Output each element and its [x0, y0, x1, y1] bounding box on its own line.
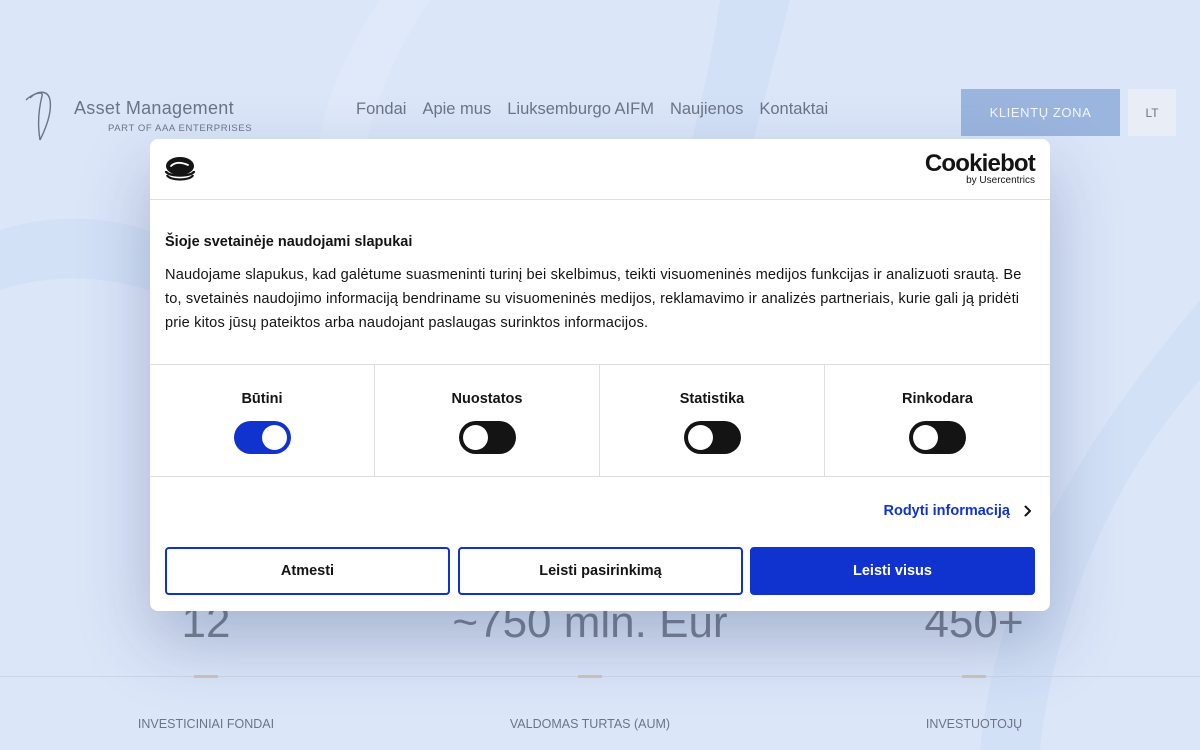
toggle-label-marketing: Rinkodara [902, 391, 973, 407]
necessary-toggle-switch[interactable] [234, 421, 291, 454]
consent-category-necessary: Būtini [150, 365, 375, 476]
allow-all-button[interactable]: Leisti visus [750, 547, 1035, 595]
preferences-toggle-switch[interactable] [459, 421, 516, 454]
allow-selection-button[interactable]: Leisti pasirinkimą [458, 547, 743, 595]
toggle-label-necessary: Būtini [241, 391, 283, 407]
show-details-label: Rodyti informaciją [883, 503, 1011, 519]
cookie-consent-dialog: Cookiebot by Usercentrics Šioje svetainė… [150, 139, 1050, 611]
dialog-header: Cookiebot by Usercentrics [150, 139, 1050, 200]
dialog-title: Šioje svetainėje naudojami slapukai [165, 234, 413, 250]
show-details-link[interactable]: Rodyti informaciją [884, 503, 1033, 519]
site-brand-icon [164, 157, 196, 181]
toggle-knob [262, 425, 287, 450]
marketing-toggle-switch[interactable] [909, 421, 966, 454]
chevron-right-icon [1024, 505, 1031, 517]
cookiebot-brand-name: Cookiebot [924, 150, 1036, 177]
toggle-label-preferences: Nuostatos [451, 391, 523, 407]
consent-category-statistics: Statistika [600, 365, 825, 476]
toggle-knob [913, 425, 938, 450]
toggle-label-statistics: Statistika [679, 391, 745, 407]
toggle-knob [463, 425, 488, 450]
cookiebot-logo: Cookiebot by Usercentrics [924, 150, 1036, 187]
toggle-knob [688, 425, 713, 450]
consent-category-marketing: Rinkodara [825, 365, 1050, 476]
dialog-body-text: Naudojame slapukus, kad galėtume suasmen… [165, 267, 1022, 331]
deny-button[interactable]: Atmesti [165, 547, 450, 595]
consent-category-preferences: Nuostatos [375, 365, 600, 476]
consent-categories: Būtini Nuostatos Statistika Rinkodara [150, 364, 1050, 477]
statistics-toggle-switch[interactable] [684, 421, 741, 454]
